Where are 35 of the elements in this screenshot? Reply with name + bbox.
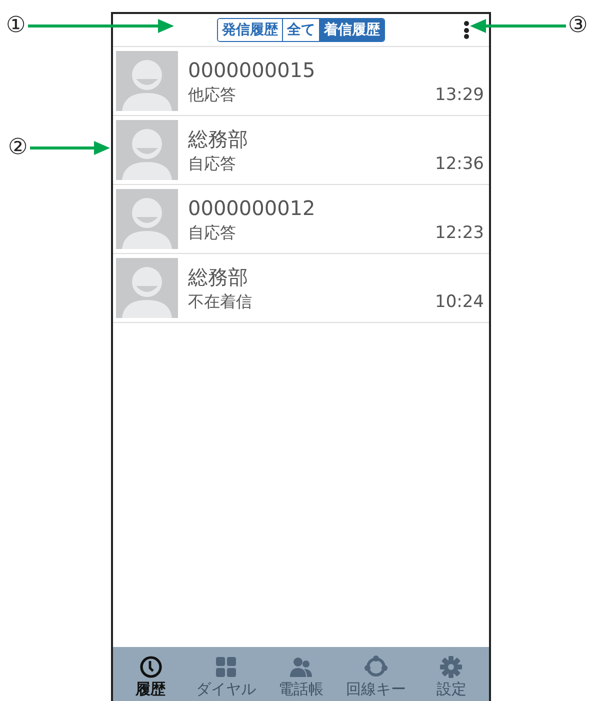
caller-name: 0000000015 [188,57,316,84]
callout-number: ② [8,136,28,160]
nav-tab[interactable]: 履歴 [114,655,187,699]
avatar-icon [116,120,178,180]
call-type: 自応答 [188,153,236,175]
call-time: 10:24 [435,291,484,313]
call-type: 自応答 [188,222,236,244]
call-time: 12:23 [435,222,484,244]
nav-tab[interactable]: 電話帳 [264,655,337,699]
avatar-icon [116,258,178,318]
nav-tab[interactable]: 設定 [415,655,488,699]
call-history-row[interactable]: 総務部 不在着信 10:24 [113,254,489,323]
callout-number: ③ [568,14,588,38]
call-type: 不在着信 [188,291,252,313]
avatar-icon [116,51,178,111]
ring-icon [364,655,388,679]
nav-tab[interactable]: 回線キー [340,655,412,699]
gear-icon [439,655,464,679]
clock-icon [138,655,163,679]
more-menu-button[interactable] [463,21,469,39]
callout-number: ① [6,14,26,38]
filter-tab[interactable]: 着信履歴 [319,19,384,41]
call-history-row[interactable]: 0000000015 他応答 13:29 [113,47,489,116]
caller-name: 0000000012 [188,195,316,222]
call-history-row[interactable]: 0000000012 自応答 12:23 [113,185,489,254]
call-time: 12:36 [435,153,484,175]
grid-icon [214,655,238,679]
caller-name: 総務部 [188,264,249,291]
avatar-icon [116,189,178,249]
nav-tab[interactable]: ダイヤル [190,655,262,699]
call-history-row[interactable]: 総務部 自応答 12:36 [113,116,489,185]
people-icon [288,655,313,679]
call-time: 13:29 [435,84,484,106]
call-type: 他応答 [188,84,236,106]
caller-name: 総務部 [188,126,249,153]
